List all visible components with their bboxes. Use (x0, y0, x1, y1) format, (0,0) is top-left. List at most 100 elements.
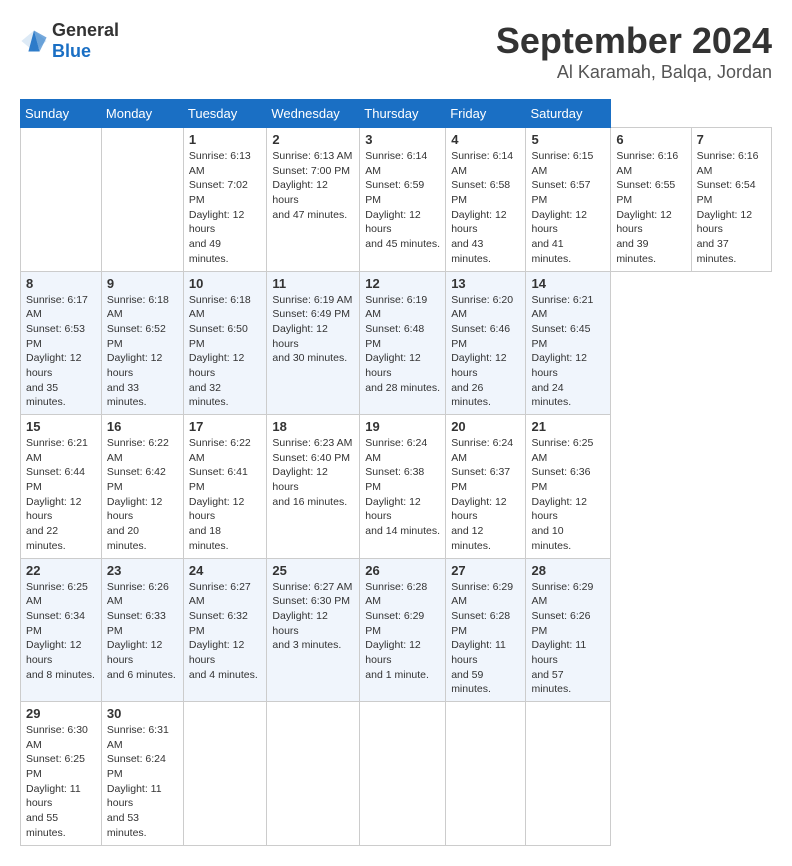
day-number: 8 (26, 276, 96, 291)
day-number: 15 (26, 419, 96, 434)
table-row: 5 Sunrise: 6:15 AMSunset: 6:57 PMDaylight… (526, 128, 611, 272)
table-row: 25 Sunrise: 6:27 AMSunset: 6:30 PMDayligh… (267, 558, 360, 702)
day-number: 4 (451, 132, 520, 147)
calendar-week-row: 29 Sunrise: 6:30 AMSunset: 6:25 PMDayligh… (21, 702, 772, 846)
table-row (526, 702, 611, 846)
day-info: Sunrise: 6:16 AMSunset: 6:55 PMDaylight:… (616, 149, 685, 267)
table-row: 28Sunrise: 6:29 AMSunset: 6:26 PMDayligh… (526, 558, 611, 702)
table-row: 18Sunrise: 6:23 AMSunset: 6:40 PMDayligh… (267, 415, 360, 559)
month-title: September 2024 (496, 20, 772, 62)
day-number: 27 (451, 563, 520, 578)
calendar-table: Sunday Monday Tuesday Wednesday Thursday… (20, 99, 772, 846)
table-row: 4Sunrise: 6:14 AMSunset: 6:58 PMDaylight… (446, 128, 526, 272)
day-number: 7 (697, 132, 766, 147)
table-row (446, 702, 526, 846)
logo-text: General Blue (52, 20, 119, 62)
day-info: Sunrise: 6:20 AMSunset: 6:46 PMDaylight:… (451, 293, 520, 411)
day-number: 10 (189, 276, 262, 291)
table-row: 11 Sunrise: 6:19 AMSunset: 6:49 PMDayligh… (267, 271, 360, 415)
day-number: 16 (107, 419, 178, 434)
table-row: 8 Sunrise: 6:17 AMSunset: 6:53 PMDaylight… (21, 271, 102, 415)
day-info: Sunrise: 6:22 AMSunset: 6:42 PMDaylight:… (107, 436, 178, 554)
day-info: Sunrise: 6:29 AMSunset: 6:28 PMDaylight:… (451, 580, 520, 698)
day-info: Sunrise: 6:24 AMSunset: 6:38 PMDaylight:… (365, 436, 440, 539)
logo: General Blue (20, 20, 119, 62)
calendar-week-row: 8 Sunrise: 6:17 AMSunset: 6:53 PMDaylight… (21, 271, 772, 415)
table-row: 21 Sunrise: 6:25 AMSunset: 6:36 PMDayligh… (526, 415, 611, 559)
day-number: 6 (616, 132, 685, 147)
day-info: Sunrise: 6:16 AMSunset: 6:54 PMDaylight:… (697, 149, 766, 267)
header-monday: Monday (101, 100, 183, 128)
day-number: 23 (107, 563, 178, 578)
table-row: 29 Sunrise: 6:30 AMSunset: 6:25 PMDayligh… (21, 702, 102, 846)
calendar-week-row: 15 Sunrise: 6:21 AMSunset: 6:44 PMDayligh… (21, 415, 772, 559)
table-row: 19Sunrise: 6:24 AMSunset: 6:38 PMDayligh… (360, 415, 446, 559)
page-header: General Blue September 2024 Al Karamah, … (20, 20, 772, 83)
table-row: 27 Sunrise: 6:29 AMSunset: 6:28 PMDayligh… (446, 558, 526, 702)
day-number: 24 (189, 563, 262, 578)
day-number: 5 (531, 132, 605, 147)
day-number: 25 (272, 563, 354, 578)
day-info: Sunrise: 6:27 AMSunset: 6:32 PMDaylight:… (189, 580, 262, 683)
day-number: 21 (531, 419, 605, 434)
day-number: 29 (26, 706, 96, 721)
header-sunday: Sunday (21, 100, 102, 128)
table-row: 12 Sunrise: 6:19 AMSunset: 6:48 PMDayligh… (360, 271, 446, 415)
day-info: Sunrise: 6:25 AMSunset: 6:36 PMDaylight:… (531, 436, 605, 554)
location-subtitle: Al Karamah, Balqa, Jordan (496, 62, 772, 83)
day-info: Sunrise: 6:21 AMSunset: 6:44 PMDaylight:… (26, 436, 96, 554)
day-info: Sunrise: 6:29 AMSunset: 6:26 PMDaylight:… (531, 580, 605, 698)
day-number: 1 (189, 132, 262, 147)
title-section: September 2024 Al Karamah, Balqa, Jordan (496, 20, 772, 83)
day-info: Sunrise: 6:13 AMSunset: 7:02 PMDaylight:… (189, 149, 262, 267)
table-row: 15 Sunrise: 6:21 AMSunset: 6:44 PMDayligh… (21, 415, 102, 559)
table-row: 23 Sunrise: 6:26 AMSunset: 6:33 PMDayligh… (101, 558, 183, 702)
calendar-week-row: 22 Sunrise: 6:25 AMSunset: 6:34 PMDayligh… (21, 558, 772, 702)
day-info: Sunrise: 6:28 AMSunset: 6:29 PMDaylight:… (365, 580, 440, 683)
header-friday: Friday (446, 100, 526, 128)
day-number: 22 (26, 563, 96, 578)
day-info: Sunrise: 6:26 AMSunset: 6:33 PMDaylight:… (107, 580, 178, 683)
day-info: Sunrise: 6:25 AMSunset: 6:34 PMDaylight:… (26, 580, 96, 683)
day-number: 17 (189, 419, 262, 434)
table-row: 3 Sunrise: 6:14 AMSunset: 6:59 PMDaylight… (360, 128, 446, 272)
day-number: 2 (272, 132, 354, 147)
table-row: 17 Sunrise: 6:22 AMSunset: 6:41 PMDayligh… (183, 415, 267, 559)
day-info: Sunrise: 6:19 AMSunset: 6:48 PMDaylight:… (365, 293, 440, 396)
day-number: 12 (365, 276, 440, 291)
day-info: Sunrise: 6:24 AMSunset: 6:37 PMDaylight:… (451, 436, 520, 554)
table-row: 2Sunrise: 6:13 AMSunset: 7:00 PMDaylight… (267, 128, 360, 272)
day-info: Sunrise: 6:18 AMSunset: 6:52 PMDaylight:… (107, 293, 178, 411)
day-info: Sunrise: 6:17 AMSunset: 6:53 PMDaylight:… (26, 293, 96, 411)
day-number: 11 (272, 276, 354, 291)
day-info: Sunrise: 6:27 AMSunset: 6:30 PMDaylight:… (272, 580, 354, 653)
day-number: 18 (272, 419, 354, 434)
table-row (21, 128, 102, 272)
table-row (267, 702, 360, 846)
weekday-header-row: Sunday Monday Tuesday Wednesday Thursday… (21, 100, 772, 128)
day-info: Sunrise: 6:21 AMSunset: 6:45 PMDaylight:… (531, 293, 605, 411)
table-row: 14Sunrise: 6:21 AMSunset: 6:45 PMDayligh… (526, 271, 611, 415)
header-tuesday: Tuesday (183, 100, 267, 128)
table-row: 6 Sunrise: 6:16 AMSunset: 6:55 PMDaylight… (611, 128, 691, 272)
day-number: 9 (107, 276, 178, 291)
table-row: 9 Sunrise: 6:18 AMSunset: 6:52 PMDaylight… (101, 271, 183, 415)
day-number: 26 (365, 563, 440, 578)
day-info: Sunrise: 6:15 AMSunset: 6:57 PMDaylight:… (531, 149, 605, 267)
day-info: Sunrise: 6:22 AMSunset: 6:41 PMDaylight:… (189, 436, 262, 554)
day-number: 3 (365, 132, 440, 147)
table-row (360, 702, 446, 846)
table-row: 24 Sunrise: 6:27 AMSunset: 6:32 PMDayligh… (183, 558, 267, 702)
table-row: 7 Sunrise: 6:16 AMSunset: 6:54 PMDaylight… (691, 128, 771, 272)
day-info: Sunrise: 6:30 AMSunset: 6:25 PMDaylight:… (26, 723, 96, 841)
table-row: 20 Sunrise: 6:24 AMSunset: 6:37 PMDayligh… (446, 415, 526, 559)
day-info: Sunrise: 6:18 AMSunset: 6:50 PMDaylight:… (189, 293, 262, 411)
table-row (183, 702, 267, 846)
day-number: 20 (451, 419, 520, 434)
day-info: Sunrise: 6:19 AMSunset: 6:49 PMDaylight:… (272, 293, 354, 366)
logo-blue: Blue (52, 41, 91, 61)
table-row (101, 128, 183, 272)
day-info: Sunrise: 6:14 AMSunset: 6:59 PMDaylight:… (365, 149, 440, 252)
table-row: 22 Sunrise: 6:25 AMSunset: 6:34 PMDayligh… (21, 558, 102, 702)
table-row: 13Sunrise: 6:20 AMSunset: 6:46 PMDayligh… (446, 271, 526, 415)
